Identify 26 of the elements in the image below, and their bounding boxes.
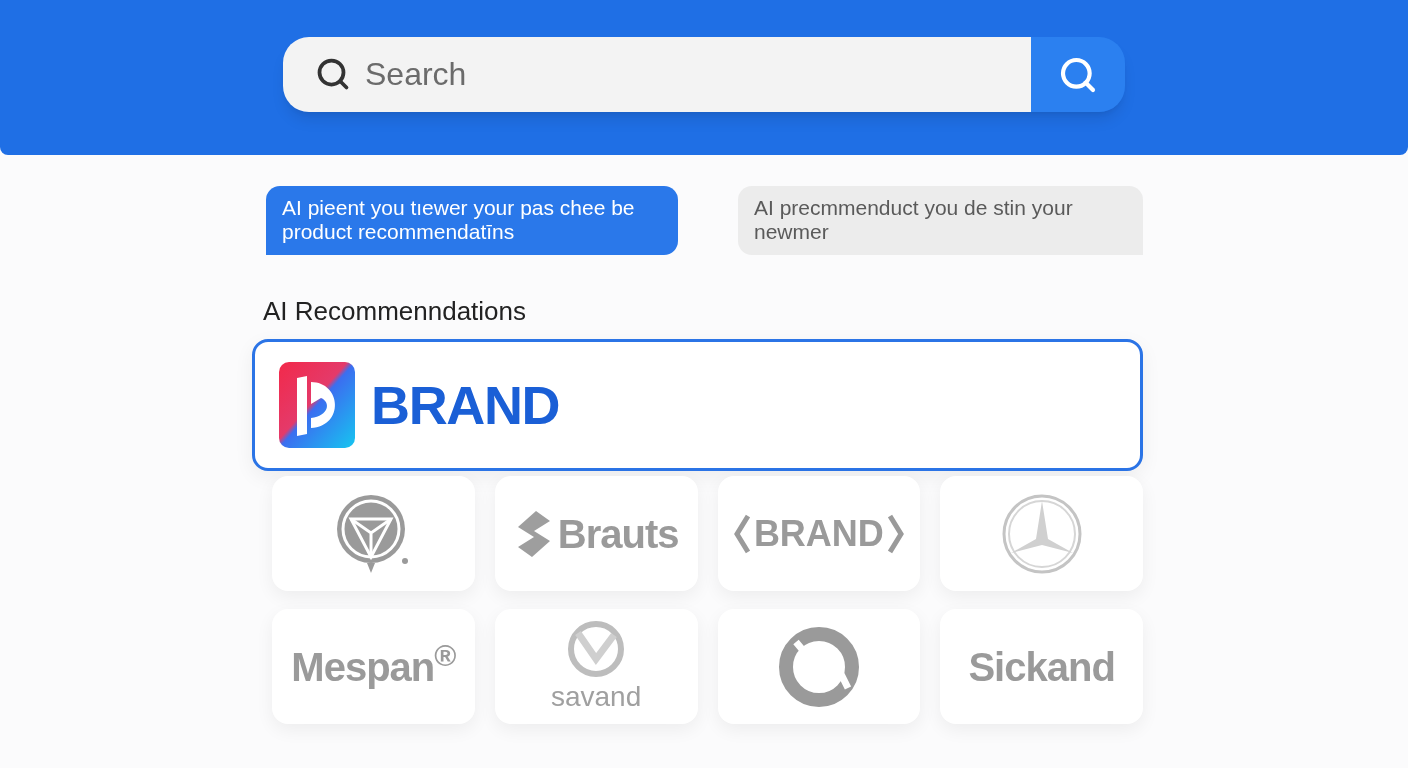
brand-tile[interactable]: Mespan$^{®}$: [272, 609, 475, 724]
star-circle-icon: [1000, 492, 1083, 575]
chat-bubble: AI pieent you tıewer your pas chee be product recommendatīns: [266, 186, 678, 255]
featured-brand-card[interactable]: BRAND: [252, 339, 1143, 471]
search-field[interactable]: Search: [283, 37, 1031, 112]
search-icon: [315, 56, 351, 92]
brand-tile[interactable]: BRAND: [717, 476, 921, 591]
brand-wordmark: Mespan$^{®}$: [291, 637, 456, 691]
left-chevron-icon: [733, 513, 750, 554]
search-button[interactable]: [1031, 37, 1125, 112]
brand-tile[interactable]: Brauts: [494, 476, 698, 591]
brand-wordmark: BRAND: [753, 511, 884, 556]
brand-tile[interactable]: savand: [494, 609, 698, 724]
brand-tile[interactable]: [272, 476, 475, 591]
brand-name: BRAND: [371, 373, 560, 437]
brand-wordmark: Brauts: [557, 510, 679, 558]
right-chevron-icon: [887, 513, 904, 554]
brand-logo-icon: [279, 362, 355, 448]
brand-tile[interactable]: [940, 476, 1143, 591]
brand-tile[interactable]: [717, 609, 921, 724]
brand-wordmark: Sickand: [968, 643, 1115, 691]
brand-tile[interactable]: Sickand: [940, 609, 1143, 724]
brand-wordmark: savand: [550, 680, 642, 714]
chat-bubble: AI precmmenduct you de stin your newmer: [738, 186, 1143, 255]
section-title: AI Recommenndations: [263, 298, 528, 324]
crossed-circle-icon: [566, 619, 627, 679]
